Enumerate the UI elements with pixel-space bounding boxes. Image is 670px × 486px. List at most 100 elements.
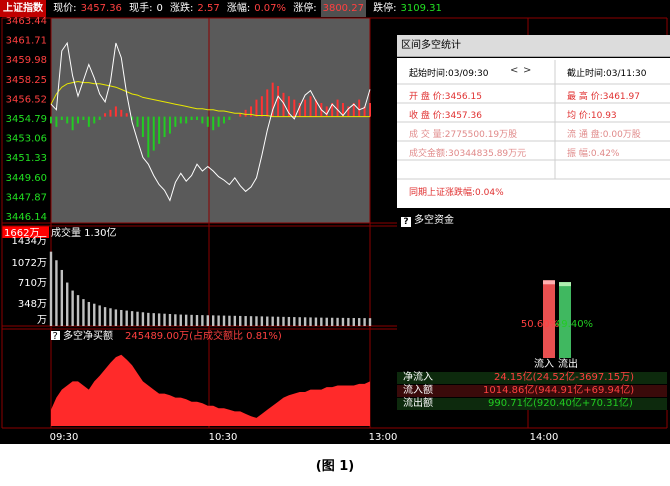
flow-bar: [82, 116, 85, 121]
volume-bar: [66, 282, 69, 326]
dialog-title[interactable]: 区间多空统计: [397, 35, 670, 57]
volume-bars: [49, 251, 372, 326]
volume-bar: [103, 307, 107, 326]
volume-bar: [287, 316, 291, 326]
flow-bar: [147, 116, 150, 158]
figure-caption: (图 1): [315, 459, 355, 474]
flow-bar: [98, 116, 101, 121]
prev-arrow-icon[interactable]: <: [510, 65, 518, 76]
price-panel-bg: [51, 18, 370, 223]
volume-bar: [125, 310, 128, 326]
volume-bar: [244, 316, 247, 326]
volume-bar: [152, 313, 155, 326]
index-change: 同期上证涨跌幅:0.04%: [409, 188, 504, 198]
volume-bar: [71, 290, 74, 326]
net-buy-area: [51, 354, 370, 426]
volume-tick: 1072万: [12, 258, 47, 269]
volume-bar: [49, 251, 53, 326]
close-price: 收 盘 价:3457.36: [409, 111, 482, 121]
flow-bar: [168, 116, 171, 134]
volume-bar: [76, 295, 80, 326]
turnover-amount: 成交金额:30344835.89万元: [409, 149, 527, 159]
net-panel-title: 多空净买额: [63, 329, 113, 342]
outflow-label-row: 流出额: [403, 398, 433, 409]
time-label: 09:30: [50, 432, 79, 443]
volume-bar: [255, 316, 258, 326]
price-tick: 3453.06: [6, 134, 47, 145]
volume-bar: [239, 315, 242, 326]
volume-badge: 1662万: [4, 228, 39, 239]
inflow-pct: 50.60%: [521, 319, 559, 330]
flow-bar: [336, 99, 339, 117]
volume-bar: [147, 312, 150, 326]
time-label: 10:30: [209, 432, 238, 443]
time-label: 14:00: [530, 432, 559, 443]
volume-bar: [60, 269, 64, 326]
flow-bar: [304, 99, 307, 117]
flow-bar: [260, 96, 263, 117]
volume-bar: [266, 316, 269, 326]
next-arrow-icon[interactable]: >: [523, 65, 531, 76]
volume-bar: [282, 316, 285, 326]
high-price: 最 高 价:3461.97: [567, 92, 640, 102]
volume-bar: [201, 315, 204, 326]
price-tick: 3459.98: [6, 55, 47, 66]
net-inflow-label: 净流入: [403, 372, 433, 383]
help-icon-glyph: ?: [53, 331, 58, 342]
flow-bar: [125, 113, 128, 117]
volume-bar: [249, 316, 253, 326]
inflow-bar-cap: [543, 280, 555, 285]
flow-bar: [195, 116, 198, 121]
price-tick: 3463.44: [6, 16, 47, 27]
outflow-row: 流出额 990.71亿(920.40亿+70.31亿): [397, 398, 667, 410]
flow-bar: [179, 116, 182, 124]
funds-bar-chart: 50.60% 49.40% 流入 流出: [521, 280, 593, 368]
flow-bar: [190, 116, 193, 121]
flow-bar: [206, 116, 209, 127]
volume-bar: [168, 313, 172, 326]
turnover-volume: 成 交 量:2775500.19万股: [409, 130, 518, 140]
inflow-label: 流入: [534, 357, 554, 368]
volume-bar: [233, 315, 237, 326]
flow-bar: [104, 113, 107, 117]
flow-bar: [309, 96, 312, 117]
price-tick: 3454.79: [6, 114, 47, 125]
price-tick: 3456.52: [6, 94, 47, 105]
outflow-pct: 49.40%: [555, 319, 593, 330]
volume-bar: [314, 317, 318, 326]
volume-bar: [212, 315, 215, 326]
net-panel-value: 245489.00万(占成交额比 0.81%): [125, 329, 282, 342]
flow-bar: [87, 116, 90, 127]
flow-bar: [293, 99, 296, 117]
volume-bar: [120, 309, 123, 326]
volume-bar: [222, 315, 226, 326]
volume-bar: [136, 311, 139, 326]
volume-bar: [271, 316, 274, 326]
volume-axis: 1434万1072万710万348万万: [12, 236, 47, 326]
price-tick: 3461.71: [6, 36, 47, 47]
volume-bar: [228, 315, 231, 326]
help-icon[interactable]: ?: [401, 217, 411, 227]
flow-bar: [358, 99, 361, 117]
flow-bar: [163, 116, 166, 138]
volume-bar: [174, 314, 177, 326]
flow-bar: [77, 116, 80, 124]
volume-bar: [157, 313, 161, 326]
stats-grid: 起始时间:03/09:30 < > 截止时间:03/11:30 开 盘 价:34…: [397, 58, 670, 208]
trading-terminal: 上证指数 现价: 3457.36 现手: 0 涨跌: 2.57 涨幅: 0.07% 涨停…: [0, 0, 670, 444]
avg-price: 均 价:10.93: [567, 111, 617, 121]
volume-bar: [55, 260, 58, 326]
flow-bar: [66, 116, 69, 124]
price-tick: 3451.33: [6, 153, 47, 164]
interval-stats-dialog[interactable]: 区间多空统计 起始时间:03/09:30 < > 截止时间:03/11:30 开…: [397, 35, 670, 410]
outflow-value: 990.71亿(920.40亿+70.31亿): [488, 398, 633, 409]
volume-tick: 710万: [18, 278, 47, 289]
volume-bar: [87, 301, 91, 326]
volume-bar: [347, 317, 350, 326]
volume-bar: [368, 318, 372, 326]
flow-bar: [109, 109, 112, 117]
volume-bar: [336, 317, 339, 326]
float-shares: 流 通 盘:0.00万股: [567, 130, 641, 140]
flow-bar: [244, 109, 247, 117]
price-tick: 3447.87: [6, 192, 47, 203]
